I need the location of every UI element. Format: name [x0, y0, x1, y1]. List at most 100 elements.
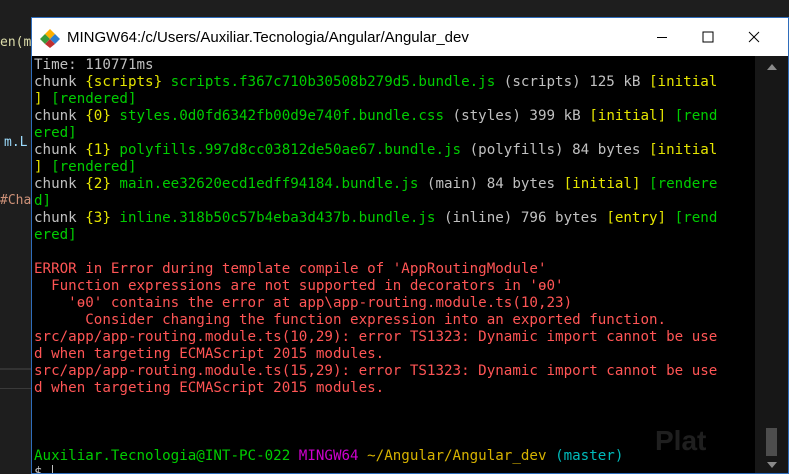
terminal-output[interactable]: Time: 110771ms chunk {scripts} scripts.f3… [33, 56, 754, 473]
terminal-line: ered] [34, 125, 754, 142]
terminal-text: [entry] [606, 210, 667, 226]
terminal-text: main.ee32620ecd1edff94184.bundle.js [119, 176, 419, 192]
terminal-line: ERROR in Error during template compile o… [34, 261, 754, 278]
prompt-user-host: Auxiliar.Tecnologia@INT-PC-022 [34, 448, 291, 464]
terminal-text: {1} [85, 142, 111, 158]
scroll-thumb[interactable] [766, 428, 777, 456]
prompt-symbol: $ [34, 465, 52, 473]
editor-divider [0, 388, 33, 389]
terminal-line: Function expressions are not supported i… [34, 278, 754, 295]
editor-fragment: m.L [4, 135, 28, 150]
editor-divider [0, 368, 33, 370]
terminal-text: chunk [34, 74, 86, 90]
terminal-text: d] [34, 193, 52, 209]
terminal-line: ] [rendered] [34, 91, 754, 108]
terminal-text: {2} [85, 176, 111, 192]
terminal-line: ered] [34, 227, 754, 244]
terminal-text: Function expressions are not supported i… [34, 278, 564, 294]
terminal-text: chunk [34, 176, 86, 192]
terminal-text: (main) 84 bytes [418, 176, 564, 192]
terminal-text: scripts.f367c710b30508b279d5.bundle.js [170, 74, 496, 90]
terminal-text: src/app/app-routing.module.ts(10,29): er… [34, 329, 718, 345]
terminal-text: {3} [85, 210, 111, 226]
close-button[interactable] [731, 18, 777, 56]
terminal-line: Consider changing the function expressio… [34, 312, 754, 329]
terminal-text: polyfills.997d8cc03812de50ae67.bundle.js [119, 142, 462, 158]
terminal-text: (styles) 399 kB [444, 108, 590, 124]
terminal-line: d] [34, 193, 754, 210]
terminal-window[interactable]: MINGW64:/c/Users/Auxiliar.Tecnologia/Ang… [31, 17, 789, 474]
scroll-up-button[interactable] [755, 58, 788, 75]
terminal-text: 'ɵ0' contains the error at app\app-routi… [34, 295, 573, 311]
text-cursor [52, 465, 54, 473]
terminal-text: (inline) 796 bytes [435, 210, 607, 226]
chevron-up-icon [766, 63, 777, 70]
prompt-shell: MINGW64 [298, 448, 359, 464]
mingw-app-icon [40, 29, 60, 48]
scroll-track[interactable] [759, 81, 784, 456]
terminal-line: src/app/app-routing.module.ts(10,29): er… [34, 329, 754, 346]
title-bar[interactable]: MINGW64:/c/Users/Auxiliar.Tecnologia/Ang… [32, 18, 788, 56]
terminal-text: Time: 110771ms [34, 57, 154, 73]
minimize-icon [657, 37, 667, 38]
terminal-text: d when targeting ECMAScript 2015 modules… [34, 346, 385, 362]
chevron-down-icon [766, 461, 777, 468]
terminal-text: [initial [649, 74, 718, 90]
terminal-text: (scripts) 125 kB [495, 74, 650, 90]
terminal-text: chunk [34, 108, 86, 124]
prompt-path: ~/Angular/Angular_dev [367, 448, 547, 464]
prompt-line: Auxiliar.Tecnologia@INT-PC-022 MINGW64 ~… [34, 448, 754, 465]
terminal-text: {0} [85, 108, 111, 124]
terminal-line: d when targeting ECMAScript 2015 modules… [34, 380, 754, 397]
terminal-line: ] [rendered] [34, 159, 754, 176]
terminal-line: Time: 110771ms [34, 57, 754, 74]
terminal-text: [rendered] [51, 91, 137, 107]
vertical-scrollbar[interactable] [755, 56, 788, 473]
terminal-text: [rend [674, 108, 718, 124]
close-icon [748, 31, 760, 43]
terminal-line: 'ɵ0' contains the error at app\app-routi… [34, 295, 754, 312]
command-input-line[interactable]: $ [34, 465, 754, 473]
editor-fragment: en(m [0, 35, 32, 50]
editor-fragment: #Cha [0, 193, 32, 208]
maximize-icon [702, 31, 714, 43]
terminal-line: chunk {1} polyfills.997d8cc03812de50ae67… [34, 142, 754, 159]
terminal-text: ered] [34, 227, 77, 243]
terminal-line: chunk {scripts} scripts.f367c710b30508b2… [34, 74, 754, 91]
terminal-text: [rendered] [51, 159, 137, 175]
terminal-text: [initial] [563, 176, 641, 192]
minimize-button[interactable] [639, 18, 685, 56]
terminal-line: chunk {0} styles.0d0fd6342fb00d9e740f.bu… [34, 108, 754, 125]
terminal-line: chunk {3} inline.318b50c57b4eba3d437b.bu… [34, 210, 754, 227]
terminal-text: ered] [34, 125, 77, 141]
terminal-line: d when targeting ECMAScript 2015 modules… [34, 346, 754, 363]
maximize-button[interactable] [685, 18, 731, 56]
terminal-text: inline.318b50c57b4eba3d437b.bundle.js [119, 210, 436, 226]
terminal-text: ] [34, 91, 52, 107]
terminal-text: chunk [34, 210, 86, 226]
terminal-text: [rendere [649, 176, 718, 192]
terminal-text: styles.0d0fd6342fb00d9e740f.bundle.css [119, 108, 445, 124]
terminal-text: [initial] [589, 108, 667, 124]
terminal-text: [rend [674, 210, 718, 226]
terminal-text: [initial [649, 142, 718, 158]
terminal-text: Consider changing the function expressio… [34, 312, 667, 328]
terminal-text: (polyfills) 84 bytes [461, 142, 650, 158]
terminal-line: src/app/app-routing.module.ts(15,29): er… [34, 363, 754, 380]
scroll-down-button[interactable] [755, 456, 788, 473]
terminal-text: {scripts} [85, 74, 163, 90]
terminal-text: chunk [34, 142, 86, 158]
terminal-text: src/app/app-routing.module.ts(15,29): er… [34, 363, 718, 379]
terminal-line: chunk {2} main.ee32620ecd1edff94184.bund… [34, 176, 754, 193]
